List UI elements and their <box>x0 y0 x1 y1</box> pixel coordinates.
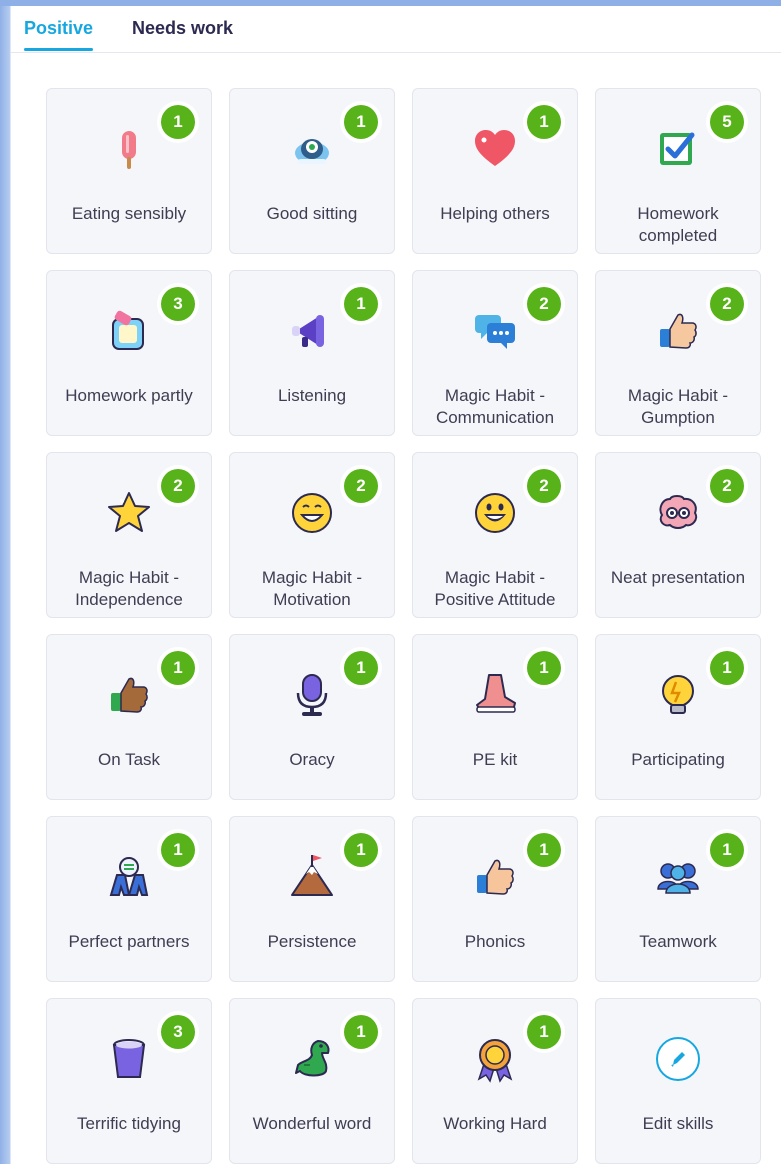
count-badge: 2 <box>710 469 744 503</box>
skill-label: Eating sensibly <box>71 204 187 223</box>
count-badge: 2 <box>527 287 561 321</box>
skill-card-teamwork[interactable]: Teamwork 1 <box>595 816 761 982</box>
skill-card-magic-habit-independence[interactable]: Magic Habit - Independence 2 <box>46 452 212 618</box>
skill-card-phonics[interactable]: Phonics 1 <box>412 816 578 982</box>
megaphone-icon <box>292 315 324 347</box>
skill-card-magic-habit-positive-attitude[interactable]: Magic Habit - Positive Attitude 2 <box>412 452 578 618</box>
count-badge: 3 <box>161 287 195 321</box>
count-badge: 2 <box>527 469 561 503</box>
skill-card-homework-partly[interactable]: Homework partly 3 <box>46 270 212 436</box>
tab-positive[interactable]: Positive <box>24 18 94 51</box>
skill-card-good-sitting[interactable]: Good sitting 1 <box>229 88 395 254</box>
count-badge: 1 <box>527 833 561 867</box>
skill-label: Homework completed <box>637 204 719 245</box>
count-badge: 1 <box>161 651 195 685</box>
lightbulb-icon <box>662 675 694 714</box>
tab-needs-work[interactable]: Needs work <box>132 18 233 39</box>
skill-label: On Task <box>97 750 161 769</box>
skill-label: Persistence <box>267 932 357 951</box>
checkbox-icon <box>660 132 695 165</box>
skill-label: Magic Habit - Communication <box>435 386 555 427</box>
skill-card-oracy[interactable]: Oracy 1 <box>229 634 395 800</box>
mountain-flag-icon <box>291 855 333 896</box>
count-badge: 1 <box>161 105 195 139</box>
skill-card-magic-habit-gumption[interactable]: Magic Habit - Gumption 2 <box>595 270 761 436</box>
count-badge: 2 <box>710 287 744 321</box>
skill-label: PE kit <box>472 750 518 769</box>
skill-label: Phonics <box>464 932 526 951</box>
heart-icon <box>475 130 515 166</box>
count-badge: 1 <box>527 651 561 685</box>
count-badge: 5 <box>710 105 744 139</box>
count-badge: 1 <box>344 287 378 321</box>
microphone-icon <box>296 674 328 716</box>
ice-lolly-icon <box>122 131 136 169</box>
count-badge: 1 <box>344 833 378 867</box>
team-icon <box>657 863 699 894</box>
skill-label: Listening <box>277 386 347 405</box>
skill-card-participating[interactable]: Participating 1 <box>595 634 761 800</box>
skill-card-working-hard[interactable]: Working Hard 1 <box>412 998 578 1164</box>
skill-label: Edit skills <box>642 1114 714 1133</box>
skill-label: Good sitting <box>266 204 358 223</box>
skill-card-persistence[interactable]: Persistence 1 <box>229 816 395 982</box>
eraser-note-icon <box>112 310 144 350</box>
monster-icon <box>295 139 329 164</box>
skill-label: Neat presentation <box>610 568 746 587</box>
skill-label: Working Hard <box>443 1114 547 1133</box>
skill-label: Magic Habit - Gumption <box>627 386 729 427</box>
skill-card-magic-habit-motivation[interactable]: Magic Habit - Motivation 2 <box>229 452 395 618</box>
skill-card-listening[interactable]: Listening 1 <box>229 270 395 436</box>
count-badge: 1 <box>710 833 744 867</box>
shoe-icon <box>476 674 516 713</box>
skill-card-wonderful-word[interactable]: Wonderful word 1 <box>229 998 395 1164</box>
count-badge: 1 <box>527 1015 561 1049</box>
skill-card-on-task[interactable]: On Task 1 <box>46 634 212 800</box>
partners-icon <box>109 857 149 896</box>
skill-card-homework-completed[interactable]: Homework completed 5 <box>595 88 761 254</box>
skill-card-terrific-tidying[interactable]: Terrific tidying 3 <box>46 998 212 1164</box>
skill-label: Homework partly <box>65 386 193 405</box>
skill-card-edit-skills[interactable]: Edit skills <box>595 998 761 1164</box>
count-badge: 1 <box>161 833 195 867</box>
count-badge: 1 <box>344 651 378 685</box>
skill-label: Magic Habit - Positive Attitude <box>434 568 556 609</box>
grin-face-icon <box>292 493 332 533</box>
smile-face-icon <box>475 493 515 533</box>
star-icon <box>108 492 150 532</box>
brain-icon <box>659 495 698 529</box>
count-badge: 2 <box>344 469 378 503</box>
count-badge: 2 <box>161 469 195 503</box>
skill-label: Magic Habit - Motivation <box>261 568 363 609</box>
pencil-circle-icon <box>656 1037 700 1081</box>
skill-label: Teamwork <box>639 932 717 951</box>
count-badge: 3 <box>161 1015 195 1049</box>
skill-card-eating-sensibly[interactable]: Eating sensibly 1 <box>46 88 212 254</box>
skill-label: Magic Habit - Independence <box>75 568 183 609</box>
skill-card-helping-others[interactable]: Helping others 1 <box>412 88 578 254</box>
count-badge: 1 <box>710 651 744 685</box>
thumbs-up-light-icon <box>477 859 514 895</box>
skill-card-neat-presentation[interactable]: Neat presentation 2 <box>595 452 761 618</box>
skill-label: Participating <box>631 750 725 769</box>
count-badge: 1 <box>344 1015 378 1049</box>
skill-label: Helping others <box>440 204 550 223</box>
skill-label: Perfect partners <box>68 932 190 951</box>
thumbs-up-icon <box>660 313 697 349</box>
tab-bar: Positive Needs work <box>11 6 781 53</box>
skill-label: Wonderful word <box>252 1114 372 1133</box>
count-badge: 1 <box>527 105 561 139</box>
speech-bubbles-icon <box>475 315 515 349</box>
skill-label: Oracy <box>289 750 335 769</box>
thumbs-up-brown-icon <box>111 677 148 713</box>
count-badge: 1 <box>344 105 378 139</box>
bin-icon <box>112 1039 146 1078</box>
award-ribbon-icon <box>477 1039 513 1083</box>
skill-label: Terrific tidying <box>77 1114 181 1133</box>
skills-panel: Positive Needs work Eating sensibly 1 Good… <box>11 6 781 1164</box>
skill-card-pe-kit[interactable]: PE kit 1 <box>412 634 578 800</box>
dinosaur-icon <box>295 1040 330 1077</box>
skill-card-magic-habit-communication[interactable]: Magic Habit - Communication 2 <box>412 270 578 436</box>
skill-card-perfect-partners[interactable]: Perfect partners 1 <box>46 816 212 982</box>
